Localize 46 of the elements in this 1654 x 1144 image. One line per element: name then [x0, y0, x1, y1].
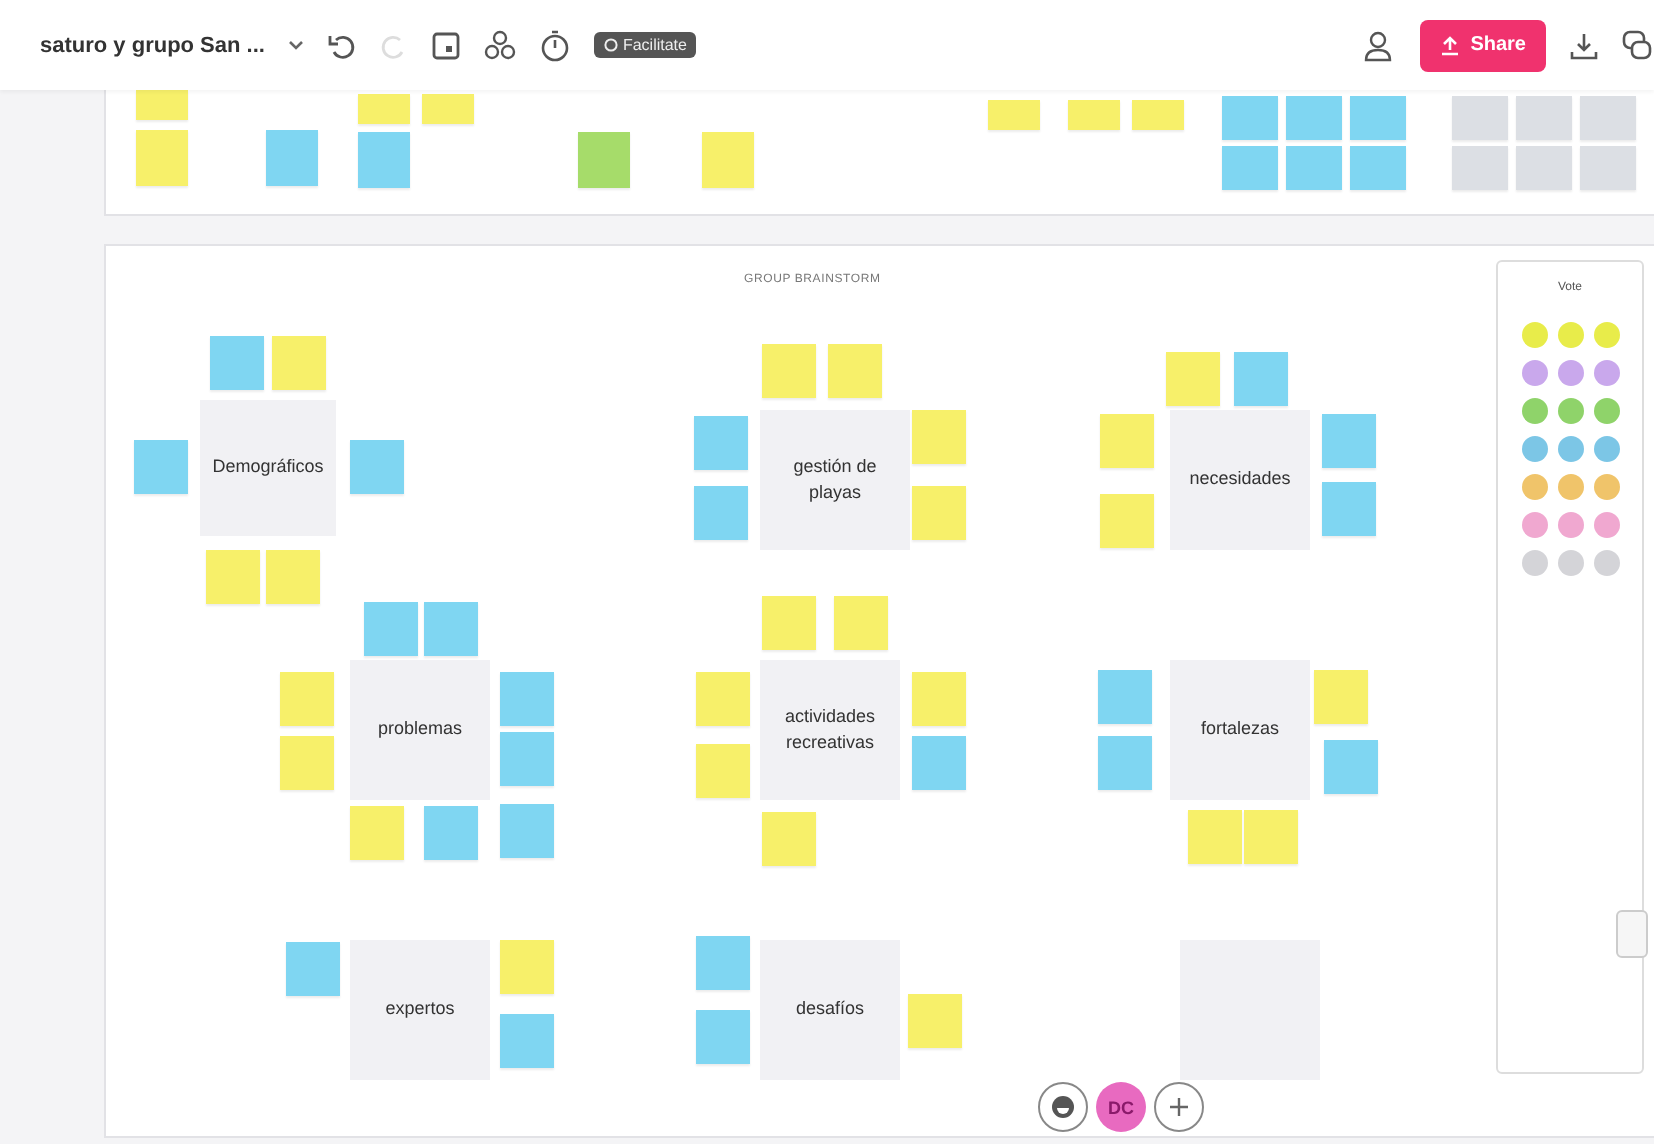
vote-dot[interactable] — [1521, 436, 1547, 462]
topic-label: gestión de playas — [791, 453, 879, 506]
download-icon[interactable] — [1570, 31, 1598, 59]
vote-dot[interactable] — [1593, 322, 1619, 348]
vote-dot[interactable] — [1521, 360, 1547, 386]
people-icon[interactable] — [484, 29, 517, 61]
redo-icon[interactable] — [380, 31, 409, 59]
vote-dot[interactable] — [1593, 512, 1619, 538]
topic-label: fortalezas — [1198, 716, 1282, 743]
vote-dot[interactable] — [1557, 398, 1583, 424]
comment-icon[interactable] — [1622, 29, 1654, 61]
vote-dot[interactable] — [1521, 398, 1547, 424]
upload-icon — [1440, 35, 1461, 55]
user-icon[interactable] — [1364, 29, 1397, 61]
topic-label: Demográficos — [210, 454, 326, 481]
board-title[interactable]: saturo y grupo San ... — [40, 33, 265, 57]
frame-icon[interactable] — [432, 31, 461, 59]
caret-icon[interactable] — [288, 39, 305, 51]
vote-dot[interactable] — [1593, 436, 1619, 462]
vote-dot[interactable] — [1593, 474, 1619, 500]
topic-label: actividades recreativas — [782, 703, 878, 756]
vote-dot[interactable] — [1593, 550, 1619, 576]
topic-label: necesidades — [1187, 466, 1293, 493]
vote-dot[interactable] — [1593, 398, 1619, 424]
topic-label: desafíos — [793, 996, 867, 1023]
vote-dot[interactable] — [1557, 512, 1583, 538]
smiley-icon — [1050, 1094, 1076, 1120]
vote-dot[interactable] — [1521, 512, 1547, 538]
vote-dot[interactable] — [1521, 474, 1547, 500]
plus-icon — [1168, 1096, 1190, 1118]
topic-label: problemas — [375, 716, 465, 743]
vote-dot[interactable] — [1521, 550, 1547, 576]
vote-dot[interactable] — [1593, 360, 1619, 386]
share-button[interactable]: Share — [1420, 19, 1546, 71]
topic-label: expertos — [383, 996, 457, 1023]
side-button[interactable] — [1616, 910, 1648, 958]
facilitate-badge[interactable]: Facilitate — [594, 32, 697, 58]
vote-dot[interactable] — [1557, 360, 1583, 386]
timer-icon[interactable] — [540, 29, 571, 61]
vote-dot[interactable] — [1557, 550, 1583, 576]
vote-dot[interactable] — [1557, 436, 1583, 462]
badge-icon — [604, 38, 619, 52]
vote-dot[interactable] — [1557, 474, 1583, 500]
vote-dot[interactable] — [1521, 322, 1547, 348]
vote-dot[interactable] — [1557, 322, 1583, 348]
undo-icon[interactable] — [328, 31, 357, 59]
